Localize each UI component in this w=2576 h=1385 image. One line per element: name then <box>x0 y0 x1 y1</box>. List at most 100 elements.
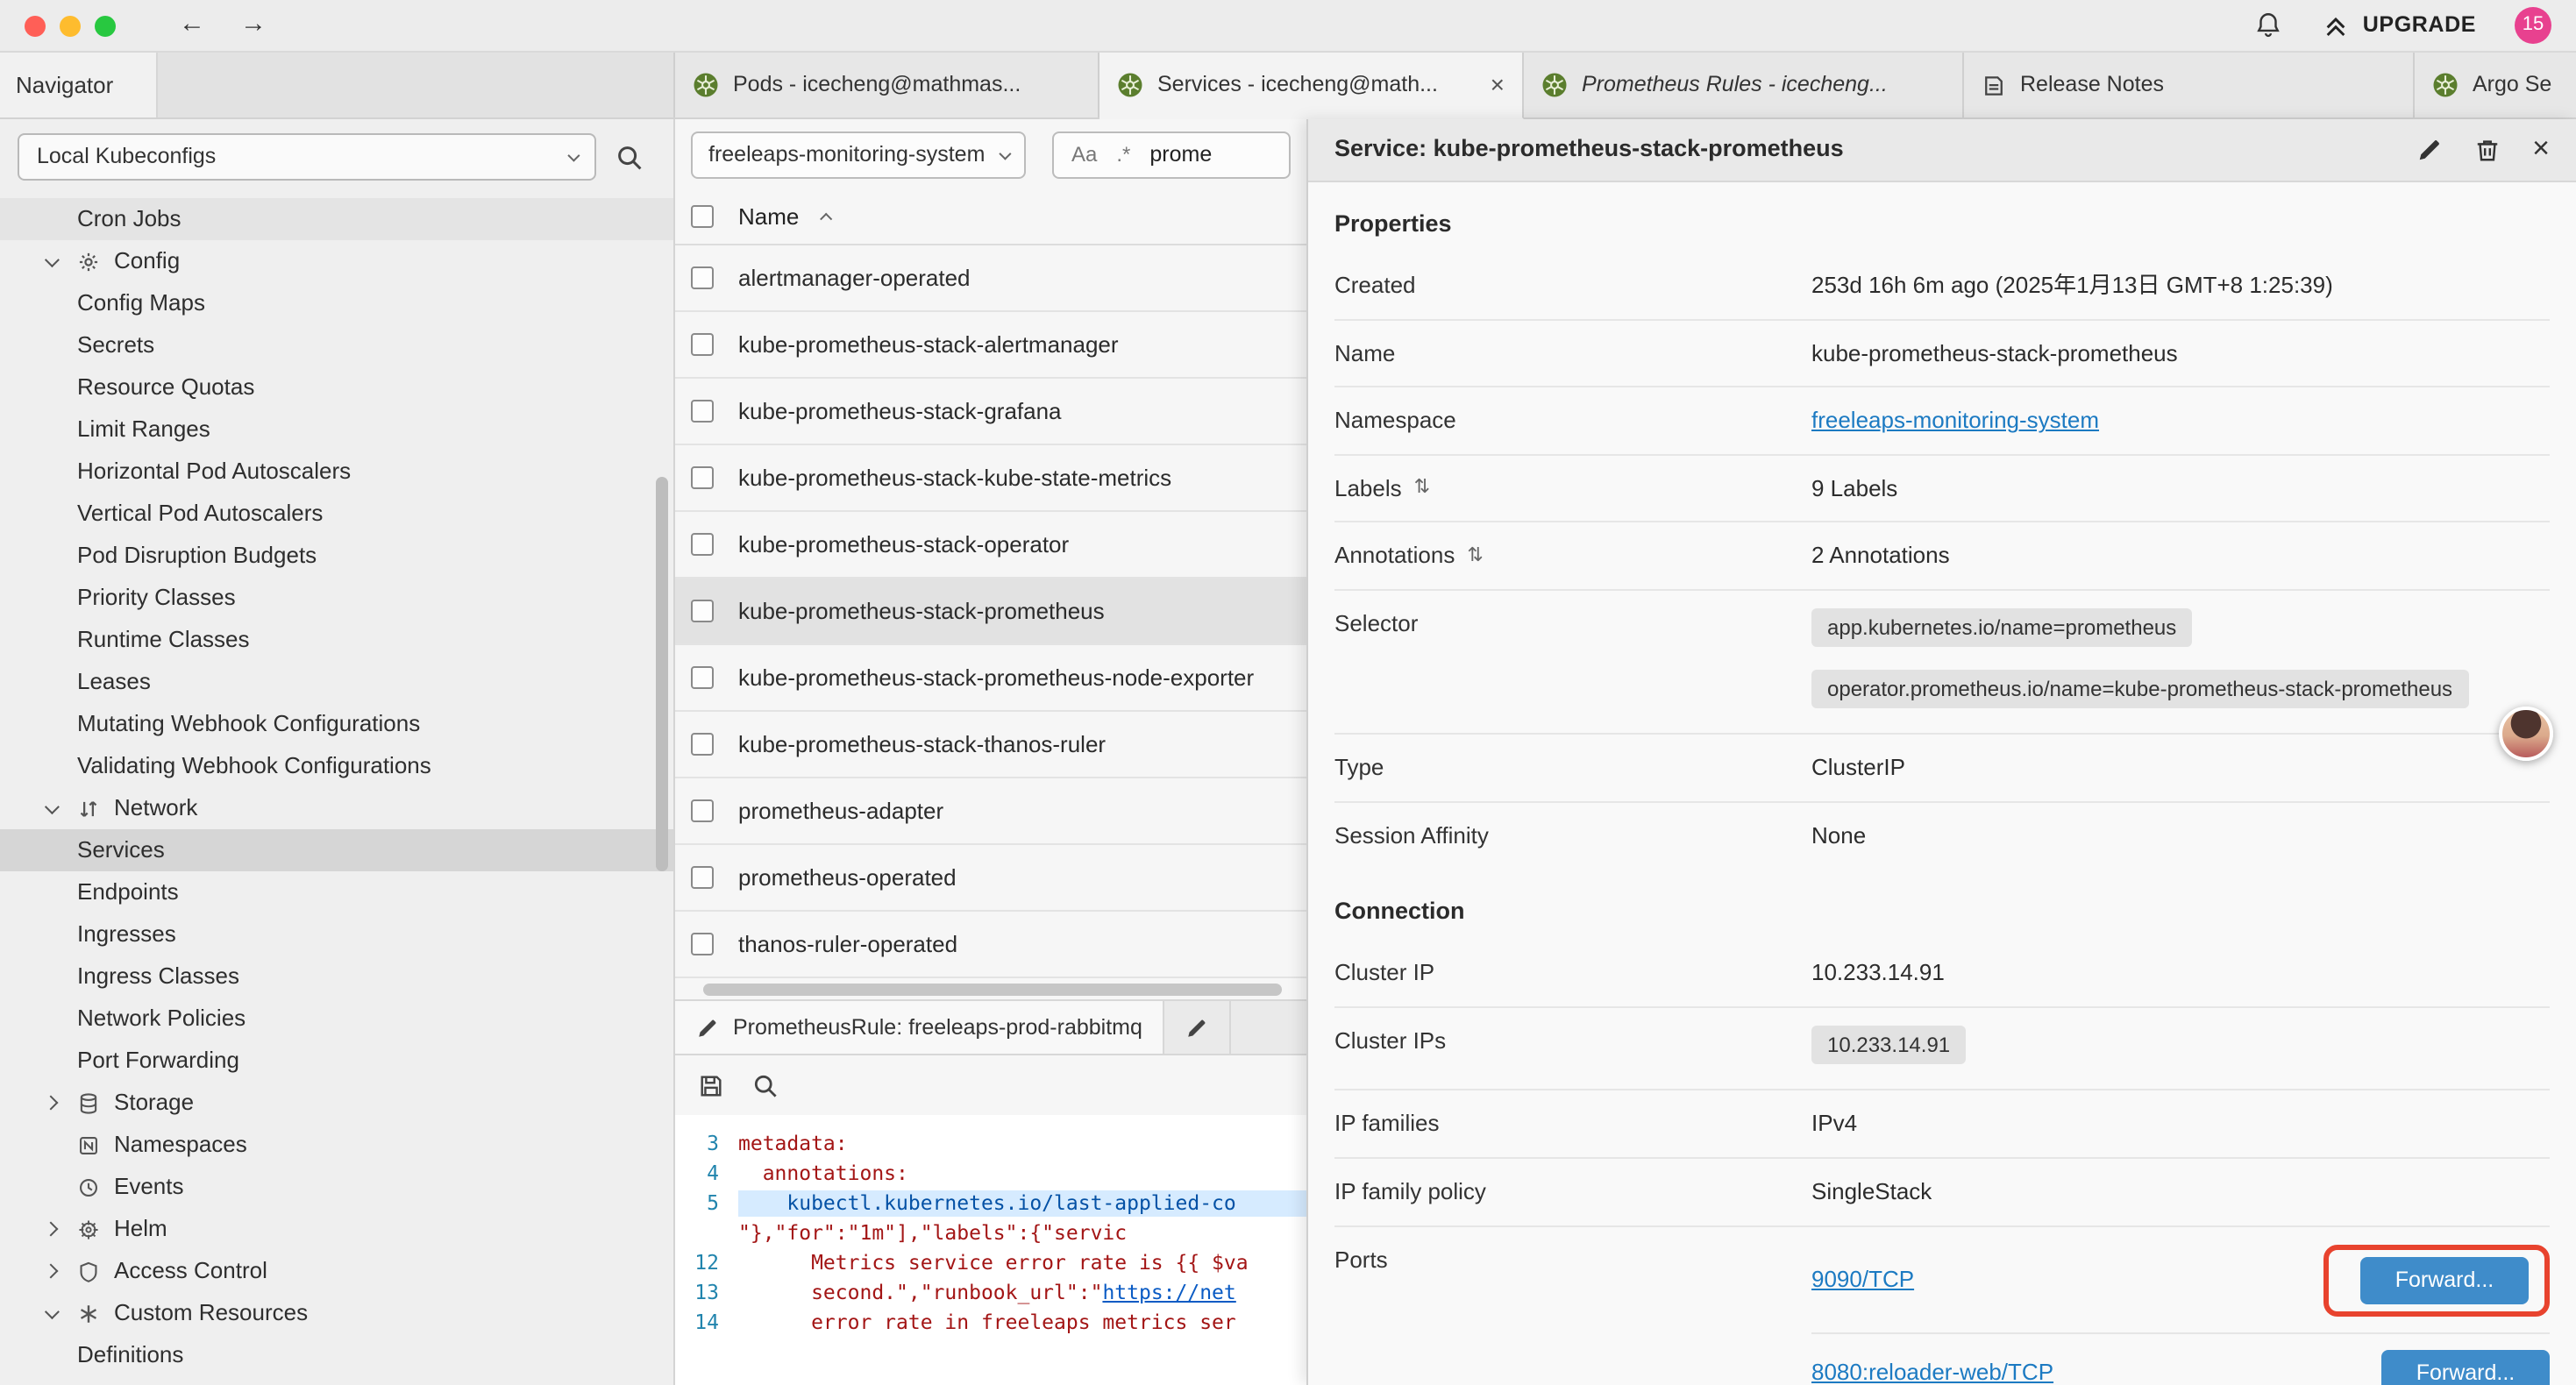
avatar[interactable] <box>2499 707 2553 761</box>
sidebar-item-validating-webhook-configurations[interactable]: Validating Webhook Configurations <box>0 745 673 787</box>
regex-toggle[interactable]: .* <box>1116 140 1130 168</box>
yaml-editor[interactable]: 3metadata:4 annotations:5 kubectl.kubern… <box>675 1115 1306 1385</box>
close-icon[interactable]: × <box>2532 130 2550 170</box>
editor-tab-partial[interactable] <box>1165 1001 1232 1054</box>
sidebar-item-namespaces[interactable]: Namespaces <box>0 1124 673 1166</box>
forward-button[interactable]: Forward... <box>2381 1349 2550 1385</box>
sidebar-item-config[interactable]: Config <box>0 240 673 282</box>
sidebar-item-secrets[interactable]: Secrets <box>0 324 673 366</box>
port-row: 8080:reloader-web/TCP Forward... <box>1811 1349 2550 1385</box>
tab-pods-icecheng-mathmas[interactable]: Pods - icecheng@mathmas... <box>675 53 1099 117</box>
tab-prometheus-rules-icecheng[interactable]: Prometheus Rules - icecheng... <box>1524 53 1964 117</box>
chevron-right-icon[interactable] <box>39 1266 63 1276</box>
sidebar-item-resource-quotas[interactable]: Resource Quotas <box>0 366 673 408</box>
table-row-kube-prometheus-stack-grafana[interactable]: kube-prometheus-stack-grafana <box>675 379 1306 445</box>
table-row-prometheus-operated[interactable]: prometheus-operated <box>675 845 1306 912</box>
navigator-tab[interactable]: Navigator <box>0 53 158 117</box>
table-row-kube-prometheus-stack-thanos-ruler[interactable]: kube-prometheus-stack-thanos-ruler <box>675 712 1306 778</box>
sidebar-item-port-forwarding[interactable]: Port Forwarding <box>0 1040 673 1082</box>
port-link[interactable]: 9090/TCP <box>1811 1265 1914 1296</box>
sidebar-item-cron-jobs[interactable]: Cron Jobs <box>0 198 673 240</box>
save-icon[interactable] <box>698 1072 724 1098</box>
search-icon[interactable] <box>752 1072 779 1098</box>
chevron-right-icon[interactable] <box>39 1224 63 1234</box>
sidebar-item-definitions[interactable]: Definitions <box>0 1334 673 1376</box>
sidebar-item-runtime-classes[interactable]: Runtime Classes <box>0 619 673 661</box>
row-checkbox[interactable] <box>691 933 714 955</box>
expand-toggle-icon[interactable]: ⇅ <box>1467 543 1483 570</box>
row-checkbox[interactable] <box>691 666 714 689</box>
tab-release-notes[interactable]: Release Notes <box>1964 53 2415 117</box>
namespace-link[interactable]: freeleaps-monitoring-system <box>1811 408 2099 434</box>
sidebar-item-ingresses[interactable]: Ingresses <box>0 913 673 955</box>
chevron-down-icon[interactable] <box>39 256 63 266</box>
row-checkbox[interactable] <box>691 400 714 423</box>
expand-toggle-icon[interactable]: ⇅ <box>1414 475 1430 501</box>
row-checkbox[interactable] <box>691 733 714 756</box>
sidebar-item-ingress-classes[interactable]: Ingress Classes <box>0 955 673 998</box>
table-row-kube-prometheus-stack-prometheus-node-exporter[interactable]: kube-prometheus-stack-prometheus-node-ex… <box>675 645 1306 712</box>
editor-tab-prometheusrule[interactable]: PrometheusRule: freeleaps-prod-rabbitmq <box>675 1001 1165 1054</box>
sidebar-item-services[interactable]: Services <box>0 829 673 871</box>
back-arrow-icon[interactable]: ← <box>172 8 212 44</box>
search-icon[interactable] <box>616 143 644 171</box>
bell-icon[interactable] <box>2254 11 2284 40</box>
sidebar-item-horizontal-pod-autoscalers[interactable]: Horizontal Pod Autoscalers <box>0 451 673 493</box>
sidebar-item-network[interactable]: Network <box>0 787 673 829</box>
chevron-down-icon[interactable] <box>39 1308 63 1318</box>
table-row-alertmanager-operated[interactable]: alertmanager-operated <box>675 245 1306 312</box>
table-row-kube-prometheus-stack-prometheus[interactable]: kube-prometheus-stack-prometheus <box>675 579 1306 645</box>
row-checkbox[interactable] <box>691 533 714 556</box>
table-row-kube-prometheus-stack-kube-state-metrics[interactable]: kube-prometheus-stack-kube-state-metrics <box>675 445 1306 512</box>
row-checkbox[interactable] <box>691 466 714 489</box>
forward-arrow-icon[interactable]: → <box>233 8 274 44</box>
upgrade-button[interactable]: UPGRADE <box>2323 11 2476 40</box>
row-checkbox[interactable] <box>691 266 714 289</box>
sidebar-item-limit-ranges[interactable]: Limit Ranges <box>0 408 673 451</box>
notification-count-badge[interactable]: 15 <box>2515 7 2551 44</box>
sidebar-item-vertical-pod-autoscalers[interactable]: Vertical Pod Autoscalers <box>0 493 673 535</box>
close-tab-icon[interactable]: × <box>1491 68 1505 102</box>
row-checkbox[interactable] <box>691 600 714 622</box>
forward-button[interactable]: Forward... <box>2360 1256 2529 1303</box>
horizontal-scrollbar[interactable] <box>675 978 1306 999</box>
chevron-right-icon[interactable] <box>39 1097 63 1108</box>
sidebar-item-config-maps[interactable]: Config Maps <box>0 282 673 324</box>
table-row-prometheus-adapter[interactable]: prometheus-adapter <box>675 778 1306 845</box>
sidebar-item-events[interactable]: Events <box>0 1166 673 1208</box>
sidebar-scrollbar[interactable] <box>656 477 668 871</box>
match-case-toggle[interactable]: Aa <box>1071 140 1097 168</box>
sidebar-item-leases[interactable]: Leases <box>0 661 673 703</box>
sidebar-item-storage[interactable]: Storage <box>0 1082 673 1124</box>
sidebar-item-endpoints[interactable]: Endpoints <box>0 871 673 913</box>
maximize-window-button[interactable] <box>95 15 116 36</box>
chevron-down-icon[interactable] <box>39 803 63 813</box>
close-window-button[interactable] <box>25 15 46 36</box>
table-row-kube-prometheus-stack-alertmanager[interactable]: kube-prometheus-stack-alertmanager <box>675 312 1306 379</box>
tab-argo-se[interactable]: Argo Se <box>2415 53 2576 117</box>
sidebar-item-pod-disruption-budgets[interactable]: Pod Disruption Budgets <box>0 535 673 577</box>
kubeconfig-select[interactable]: Local Kubeconfigs <box>18 133 596 181</box>
edit-icon[interactable] <box>2416 137 2443 163</box>
select-all-checkbox[interactable] <box>691 205 714 228</box>
port-link[interactable]: 8080:reloader-web/TCP <box>1811 1358 2053 1385</box>
sidebar-item-priority-classes[interactable]: Priority Classes <box>0 577 673 619</box>
delete-icon[interactable] <box>2474 137 2501 163</box>
horizontal-scrollbar-thumb[interactable] <box>703 983 1282 995</box>
drawer-label-text: IP families <box>1334 1109 1439 1140</box>
table-row-thanos-ruler-operated[interactable]: thanos-ruler-operated <box>675 912 1306 978</box>
table-row-kube-prometheus-stack-operator[interactable]: kube-prometheus-stack-operator <box>675 512 1306 579</box>
row-checkbox[interactable] <box>691 866 714 889</box>
sidebar-item-custom-resources[interactable]: Custom Resources <box>0 1292 673 1334</box>
search-input[interactable]: Aa .* prome <box>1052 131 1291 178</box>
row-checkbox[interactable] <box>691 333 714 356</box>
sidebar-item-helm[interactable]: Helm <box>0 1208 673 1250</box>
sidebar-item-network-policies[interactable]: Network Policies <box>0 998 673 1040</box>
name-column-header[interactable]: Name <box>738 201 799 231</box>
sidebar-item-access-control[interactable]: Access Control <box>0 1250 673 1292</box>
sidebar-item-mutating-webhook-configurations[interactable]: Mutating Webhook Configurations <box>0 703 673 745</box>
namespace-select[interactable]: freeleaps-monitoring-system <box>691 131 1026 178</box>
tab-services-icecheng-math[interactable]: Services - icecheng@math...× <box>1099 53 1524 119</box>
minimize-window-button[interactable] <box>60 15 81 36</box>
row-checkbox[interactable] <box>691 799 714 822</box>
